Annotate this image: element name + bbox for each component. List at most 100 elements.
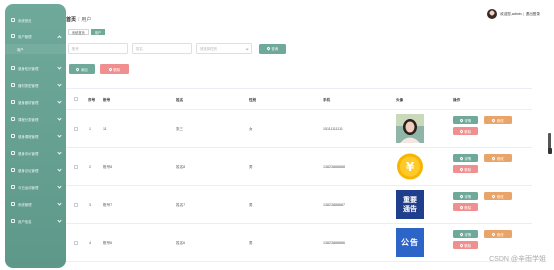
gender-select[interactable]: 请选择性别 xyxy=(196,43,252,54)
watermark: CSDN @辛雨学姐 xyxy=(489,256,546,263)
sidebar-item-system[interactable]: 系统管理 xyxy=(5,198,66,210)
chevron-down-icon xyxy=(57,65,62,70)
sidebar-item-course-category[interactable]: 课程分类管理 xyxy=(5,113,66,125)
row-checkbox[interactable] xyxy=(74,165,78,169)
sidebar: 系统首页 用户管理 用户 健身知识管理 器材类型管理 健身器材管理 课程分类管理… xyxy=(5,4,66,268)
dumbbell-icon xyxy=(11,100,15,104)
heart-icon xyxy=(459,231,464,237)
avatar-image: 公告 xyxy=(396,228,424,257)
heart-icon xyxy=(491,231,496,237)
chevron-down-icon xyxy=(57,99,62,104)
heart-icon xyxy=(459,128,464,134)
avatar-image: 重要通告 xyxy=(396,190,424,219)
topbar: 首页 / 用户 欢迎您,admin | 退出登录 xyxy=(66,0,554,26)
edit-button[interactable]: 修改 xyxy=(484,230,512,238)
header-phone: 手机 xyxy=(323,97,331,102)
search-button[interactable]: 查询 xyxy=(259,43,286,54)
heart-icon xyxy=(459,193,464,199)
tag-home[interactable]: 系统首页 xyxy=(68,29,89,35)
delete-button[interactable]: 删除 xyxy=(453,203,478,211)
heart-icon xyxy=(491,155,496,161)
heart-icon xyxy=(266,46,271,51)
delete-button[interactable]: 删除 xyxy=(453,241,478,249)
detail-button[interactable]: 详情 xyxy=(453,230,478,238)
account-input[interactable]: 账号 xyxy=(68,43,128,54)
delete-button[interactable]: 删除 xyxy=(453,127,478,135)
breadcrumb: 首页 / 用户 xyxy=(66,17,92,23)
svg-text:¥: ¥ xyxy=(406,160,415,174)
heart-icon xyxy=(459,166,464,172)
row-checkbox[interactable] xyxy=(74,127,78,131)
sidebar-item-today-exercise[interactable]: 今日运动管理 xyxy=(5,181,66,193)
avatar-image: ¥ xyxy=(396,152,424,181)
tag-user[interactable]: 用户 xyxy=(90,29,106,35)
table-row: 2 账号8 姓名8 男 13823888888 ¥ 详情 修改 删除 xyxy=(66,148,532,186)
sidebar-item-equipment[interactable]: 健身器材管理 xyxy=(5,96,66,108)
sidebar-item-user-management[interactable]: 用户管理 xyxy=(5,30,66,42)
table-row: 3 账号7 姓名7 男 13823888887 重要通告 详情 修改 删除 xyxy=(66,186,532,224)
sidebar-item-forum[interactable]: 健身论坛管理 xyxy=(5,164,66,176)
heart-icon xyxy=(459,204,464,210)
delete-button[interactable]: 删除 xyxy=(453,165,478,173)
sidebar-subitem-user[interactable]: 用户 xyxy=(5,44,66,54)
edit-button[interactable]: 修改 xyxy=(484,192,512,200)
user-menu: 欢迎您,admin | 退出登录 xyxy=(487,9,540,19)
row-checkbox[interactable] xyxy=(74,241,78,245)
chevron-down-icon xyxy=(57,201,62,206)
breadcrumb-home[interactable]: 首页 xyxy=(66,17,76,23)
detail-button[interactable]: 详情 xyxy=(453,116,478,124)
home-icon xyxy=(11,18,15,22)
table-header: 序号 账号 姓名 性别 手机 头像 操作 xyxy=(66,88,532,110)
sidebar-item-course[interactable]: 健身课程管理 xyxy=(5,130,66,142)
calendar-icon xyxy=(11,134,15,138)
sidebar-item-home[interactable]: 系统首页 xyxy=(5,14,66,26)
sidebar-item-review[interactable]: 健身评价管理 xyxy=(5,147,66,159)
book-icon xyxy=(11,66,15,70)
sidebar-item-user-info[interactable]: 用户信息 xyxy=(5,215,66,227)
name-input[interactable]: 姓名 xyxy=(132,43,192,54)
user-icon xyxy=(11,34,15,38)
header-index: 序号 xyxy=(88,97,96,102)
detail-button[interactable]: 详情 xyxy=(453,154,478,162)
chevron-down-icon xyxy=(57,150,62,155)
edit-button[interactable]: 修改 xyxy=(484,116,512,124)
header-account: 账号 xyxy=(103,97,111,102)
sidebar-item-fitness-knowledge[interactable]: 健身知识管理 xyxy=(5,62,66,74)
detail-button[interactable]: 详情 xyxy=(453,192,478,200)
chevron-down-icon xyxy=(57,133,62,138)
run-icon xyxy=(11,185,15,189)
table-row: 4 账号6 姓名6 男 13823888886 公告 详情 修改 删除 xyxy=(66,224,532,262)
chevron-down-icon xyxy=(57,218,62,223)
heart-icon xyxy=(459,155,464,161)
header-avatar: 头像 xyxy=(396,97,404,102)
chevron-down-icon xyxy=(57,82,62,87)
folder-icon xyxy=(11,117,15,121)
scroll-handle[interactable] xyxy=(548,148,552,154)
row-checkbox[interactable] xyxy=(74,203,78,207)
header-name: 姓名 xyxy=(176,97,184,102)
gear-icon xyxy=(11,202,15,206)
grid-icon xyxy=(11,83,15,87)
chevron-down-icon xyxy=(245,47,249,51)
heart-icon xyxy=(491,117,496,123)
chevron-down-icon xyxy=(57,184,62,189)
avatar xyxy=(487,9,498,19)
heart-icon xyxy=(108,66,113,72)
chevron-up-icon xyxy=(57,35,62,40)
chevron-down-icon xyxy=(57,116,62,121)
heart-icon xyxy=(459,242,464,248)
add-button[interactable]: 添加 xyxy=(69,64,95,74)
heart-icon xyxy=(75,66,80,72)
chevron-down-icon xyxy=(57,167,62,172)
heart-icon xyxy=(459,117,464,123)
header-actions: 操作 xyxy=(453,97,461,102)
batch-delete-button[interactable]: 删除 xyxy=(100,64,129,74)
sidebar-item-equipment-type[interactable]: 器材类型管理 xyxy=(5,79,66,91)
edit-button[interactable]: 修改 xyxy=(484,154,512,162)
logout-link[interactable]: 退出登录 xyxy=(526,12,540,17)
select-all-checkbox[interactable] xyxy=(74,97,78,101)
chat-icon xyxy=(11,168,15,172)
tags-view: 系统首页 用户 xyxy=(68,29,106,36)
star-icon xyxy=(11,151,15,155)
avatar-image xyxy=(396,114,424,143)
